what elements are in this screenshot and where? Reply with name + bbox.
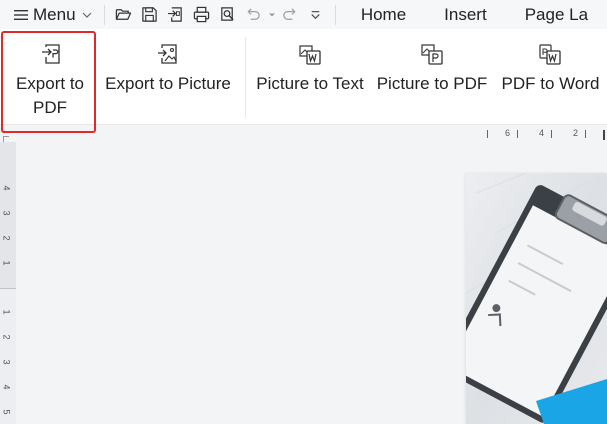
ruler-margin-line [0,288,16,289]
pdf-to-word-icon [538,42,562,66]
export-to-picture-label: Export to Picture [105,74,231,93]
ruler-label: 2 [573,128,579,138]
ruler-label: 3 [1,210,12,216]
print-preview-icon [221,7,234,21]
pdf-to-word-label: PDF to Word [501,74,600,93]
document-page-image [466,173,607,424]
ruler-label: 2 [1,235,12,241]
save-icon [142,7,157,22]
ruler-label: 2 [1,334,12,340]
ruler-label: 4 [539,128,545,138]
picture-to-text-icon [298,42,322,66]
caret-down-icon [268,13,275,16]
toolbar-divider [334,4,336,25]
toolbar-divider [103,4,105,25]
tab-insert[interactable]: Insert [425,0,506,29]
export-icon [168,7,182,22]
open-button[interactable] [114,4,132,26]
print-icon [193,6,210,23]
menu-bar: Menu Home Insert Page La [0,0,607,29]
picture-to-pdf-label: Picture to PDF [376,74,488,93]
ruler-label: 6 [505,128,511,138]
ruler-label: 3 [1,359,12,365]
picture-to-pdf-button[interactable]: Picture to PDF [373,29,491,125]
customize-quick-access-button[interactable] [307,4,325,26]
undo-icon [247,8,261,20]
ruler-label: 5 [1,409,12,415]
clipboard-photo [466,173,607,424]
picture-to-text-label: Picture to Text [256,74,364,93]
main-menu-label: Menu [33,4,76,24]
ruler-label: 1 [1,260,12,266]
tab-page-layout[interactable]: Page La [506,0,607,29]
hamburger-icon [14,9,28,20]
picture-to-text-button[interactable]: Picture to Text [251,29,369,125]
print-button[interactable] [193,4,211,26]
chevron-down-icon [82,12,91,18]
ruler-label: 1 [1,309,12,315]
save-button[interactable] [140,4,158,26]
folder-open-icon [115,9,132,20]
horizontal-ruler: 6 4 2 [485,128,607,142]
export-button[interactable] [167,4,185,26]
print-preview-button[interactable] [219,4,237,26]
customize-dropdown-icon [311,11,321,20]
picture-to-pdf-icon [420,42,444,66]
redo-icon [283,8,296,20]
vertical-ruler: 4 3 2 1 1 2 3 4 5 [0,142,16,424]
ribbon-group-divider [245,37,246,117]
export-to-picture-button[interactable]: Export to Picture [99,29,237,125]
tab-home[interactable]: Home [342,0,425,29]
undo-dropdown[interactable] [267,11,277,19]
pdf-to-word-button[interactable]: PDF to Word [494,29,607,125]
ruler-label: 4 [1,384,12,390]
highlight-box [1,31,96,133]
undo-button[interactable] [245,4,263,26]
export-picture-icon [156,42,180,66]
main-menu-button[interactable]: Menu [0,0,98,29]
ruler-label: 4 [1,185,12,191]
redo-button[interactable] [281,4,299,26]
